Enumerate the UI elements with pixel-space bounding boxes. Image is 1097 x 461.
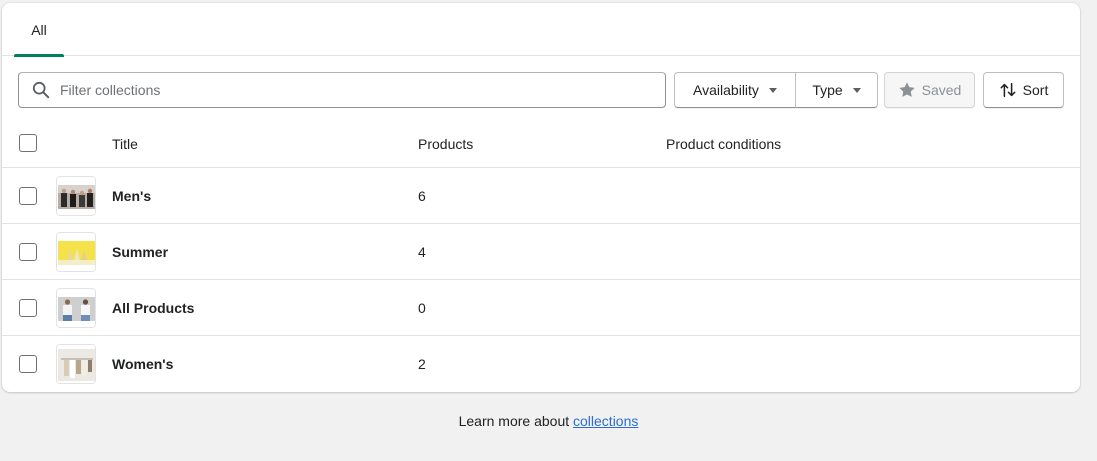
availability-label: Availability bbox=[693, 82, 759, 98]
search-icon bbox=[32, 81, 50, 99]
womens-collection-image bbox=[56, 344, 96, 384]
filter-button-group: Availability Type bbox=[674, 72, 878, 108]
row-products-count: 0 bbox=[418, 300, 426, 316]
collections-card: All Availability Type Saved bbox=[2, 3, 1080, 392]
table-header: Title Products Product conditions bbox=[2, 120, 1080, 168]
table-row[interactable]: Men's 6 bbox=[2, 168, 1080, 224]
summer-collection-image bbox=[56, 232, 96, 272]
row-products-count: 6 bbox=[418, 188, 426, 204]
table-row[interactable]: All Products 0 bbox=[2, 280, 1080, 336]
row-checkbox[interactable] bbox=[19, 355, 37, 373]
all-products-collection-image bbox=[56, 288, 96, 328]
sort-label: Sort bbox=[1022, 82, 1049, 98]
type-label: Type bbox=[812, 82, 843, 98]
mens-collection-image bbox=[56, 176, 96, 216]
footer-help: Learn more about collections bbox=[0, 413, 1097, 429]
filter-bar: Availability Type Saved Sort bbox=[18, 72, 1064, 108]
saved-button[interactable]: Saved bbox=[884, 72, 975, 108]
row-checkbox[interactable] bbox=[19, 299, 37, 317]
availability-filter-button[interactable]: Availability bbox=[674, 72, 796, 108]
saved-label: Saved bbox=[921, 82, 962, 98]
column-header-title[interactable]: Title bbox=[112, 120, 138, 168]
footer-text: Learn more about bbox=[458, 413, 574, 429]
row-products-count: 4 bbox=[418, 244, 426, 260]
table-row[interactable]: Summer 4 bbox=[2, 224, 1080, 280]
select-all-checkbox[interactable] bbox=[19, 134, 37, 152]
caret-down-icon bbox=[852, 87, 861, 93]
sort-button[interactable]: Sort bbox=[983, 72, 1064, 108]
sort-icon bbox=[999, 81, 1017, 99]
row-title[interactable]: Summer bbox=[112, 224, 168, 280]
row-title[interactable]: Women's bbox=[112, 336, 173, 392]
tab-all-label: All bbox=[31, 21, 47, 38]
tab-all[interactable]: All bbox=[14, 3, 64, 57]
star-icon bbox=[898, 81, 916, 99]
column-header-products[interactable]: Products bbox=[418, 120, 473, 168]
column-header-product-conditions[interactable]: Product conditions bbox=[666, 120, 781, 168]
active-tab-indicator bbox=[14, 54, 64, 57]
row-checkbox[interactable] bbox=[19, 243, 37, 261]
collections-help-link[interactable]: collections bbox=[573, 413, 638, 429]
row-title[interactable]: Men's bbox=[112, 168, 151, 224]
row-checkbox[interactable] bbox=[19, 187, 37, 205]
caret-down-icon bbox=[768, 87, 777, 93]
row-products-count: 2 bbox=[418, 356, 426, 372]
search-field[interactable] bbox=[18, 72, 666, 108]
table-row[interactable]: Women's 2 bbox=[2, 336, 1080, 392]
tab-bar: All bbox=[2, 3, 1080, 57]
type-filter-button[interactable]: Type bbox=[796, 72, 878, 108]
search-input[interactable] bbox=[60, 82, 620, 98]
row-title[interactable]: All Products bbox=[112, 280, 194, 336]
